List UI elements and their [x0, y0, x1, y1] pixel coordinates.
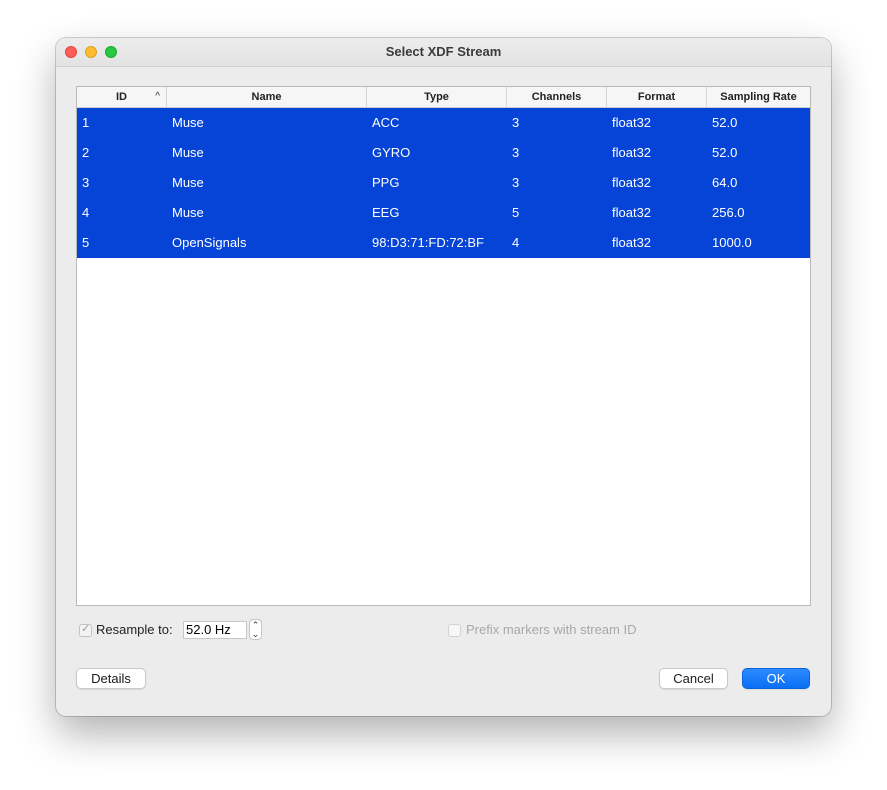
- cell-name: OpenSignals: [172, 235, 247, 250]
- cell-id: 2: [82, 145, 90, 160]
- cell-channels: 3: [512, 145, 520, 160]
- prefix-markers-checkbox[interactable]: [448, 624, 461, 637]
- stream-table[interactable]: ID ^ Name Type Channels Format Sampling …: [76, 86, 811, 606]
- cancel-button[interactable]: Cancel: [659, 668, 728, 689]
- column-header-type[interactable]: Type: [367, 87, 507, 107]
- resample-rate-stepper[interactable]: ⌃ ⌄: [249, 619, 262, 640]
- cell-sampling-rate: 64.0: [712, 175, 738, 190]
- table-header: ID ^ Name Type Channels Format Sampling …: [77, 87, 810, 108]
- cell-type: EEG: [372, 205, 400, 220]
- table-row[interactable]: 3 Muse PPG 3 float32 64.0: [77, 168, 810, 198]
- cell-format: float32: [612, 175, 652, 190]
- column-header-id[interactable]: ID ^: [77, 87, 167, 107]
- cell-sampling-rate: 52.0: [712, 145, 738, 160]
- chevron-up-icon: ^: [155, 91, 160, 102]
- cell-id: 5: [82, 235, 90, 250]
- column-header-label: ID: [116, 91, 127, 103]
- options-row: ✓ Resample to: 52.0 Hz ⌃ ⌄ Prefix marker…: [56, 618, 831, 642]
- column-header-sampling-rate[interactable]: Sampling Rate: [707, 87, 810, 107]
- column-header-format[interactable]: Format: [607, 87, 707, 107]
- cell-channels: 3: [512, 175, 520, 190]
- ok-button[interactable]: OK: [742, 668, 810, 689]
- cell-format: float32: [612, 235, 652, 250]
- table-row[interactable]: 5 OpenSignals 98:D3:71:FD:72:BF 4 float3…: [77, 228, 810, 258]
- column-header-name[interactable]: Name: [167, 87, 367, 107]
- cell-channels: 4: [512, 235, 520, 250]
- window-title: Select XDF Stream: [385, 44, 502, 59]
- cell-id: 3: [82, 175, 90, 190]
- checkmark-icon: ✓: [81, 623, 91, 635]
- cell-name: Muse: [172, 175, 204, 190]
- cell-channels: 5: [512, 205, 520, 220]
- chevron-down-icon[interactable]: ⌄: [250, 630, 261, 639]
- dialog-window: Select XDF Stream ID ^ Name Type Channel…: [56, 38, 831, 716]
- cell-name: Muse: [172, 145, 204, 160]
- table-row[interactable]: 4 Muse EEG 5 float32 256.0: [77, 198, 810, 228]
- cell-id: 1: [82, 115, 90, 130]
- cell-id: 4: [82, 205, 90, 220]
- cell-name: Muse: [172, 115, 204, 130]
- cell-channels: 3: [512, 115, 520, 130]
- cell-format: float32: [612, 115, 652, 130]
- title-bar: Select XDF Stream: [56, 38, 831, 67]
- cell-name: Muse: [172, 205, 204, 220]
- cell-sampling-rate: 1000.0: [712, 235, 752, 250]
- resample-checkbox[interactable]: ✓: [79, 623, 92, 637]
- cell-type: 98:D3:71:FD:72:BF: [372, 235, 484, 250]
- details-button[interactable]: Details: [76, 668, 146, 689]
- table-row[interactable]: 1 Muse ACC 3 float32 52.0: [77, 108, 810, 138]
- table-row[interactable]: 2 Muse GYRO 3 float32 52.0: [77, 138, 810, 168]
- resample-rate-input[interactable]: 52.0 Hz: [183, 621, 247, 639]
- resample-label: Resample to:: [96, 622, 173, 637]
- column-header-channels[interactable]: Channels: [507, 87, 607, 107]
- cell-type: GYRO: [372, 145, 411, 160]
- cell-sampling-rate: 256.0: [712, 205, 745, 220]
- cell-format: float32: [612, 145, 652, 160]
- cell-sampling-rate: 52.0: [712, 115, 738, 130]
- prefix-markers-label: Prefix markers with stream ID: [466, 622, 637, 637]
- cell-type: ACC: [372, 115, 400, 130]
- cell-format: float32: [612, 205, 652, 220]
- cell-type: PPG: [372, 175, 400, 190]
